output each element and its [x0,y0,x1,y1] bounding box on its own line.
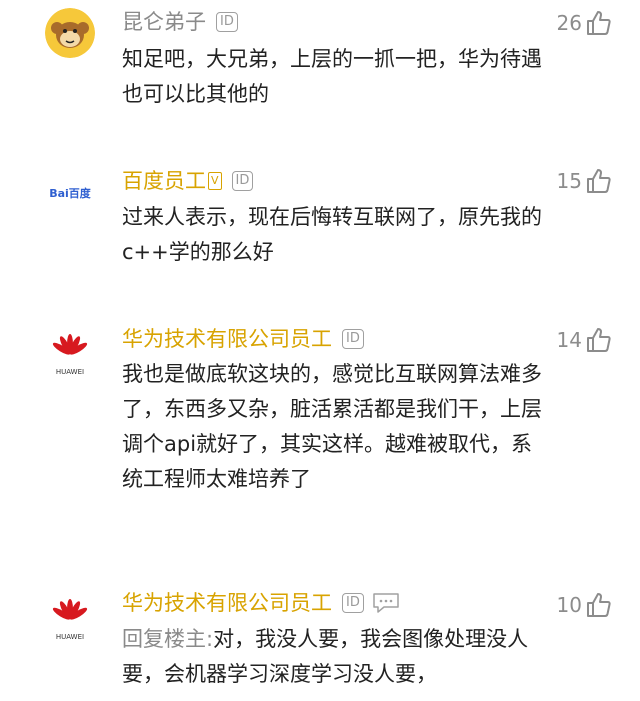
huawei-petals-icon: HUAWEI [52,599,88,641]
author-name[interactable]: 华为技术有限公司员工 [122,326,332,352]
like-count: 14 [556,328,582,352]
thumbs-up-icon [587,169,611,193]
like-count: 15 [556,169,582,193]
huawei-logo-icon[interactable]: HUAWEI [45,595,95,645]
monkey-avatar-icon[interactable] [45,8,95,58]
id-badge: ID [216,12,238,32]
huawei-petals-icon: HUAWEI [52,334,88,376]
author-name[interactable]: 昆仑弟子 [122,9,206,35]
like-count: 10 [556,593,582,617]
conversation-icon[interactable] [372,592,400,614]
comment-text: 我也是做底软这块的，感觉比互联网算法难多了，东西多又杂，脏活累活都是我们干，上层… [122,362,542,491]
like-button[interactable]: 10 [557,592,612,618]
author-row: 百度员工 V ID [122,167,254,195]
thumbs-up-icon [587,11,611,35]
comment-text: 回复楼主:对，我没人要，我会图像处理没人要，会机器学习深度学习没人要， [122,622,542,692]
huawei-logo-icon[interactable]: HUAWEI [45,330,95,380]
author-name[interactable]: 华为技术有限公司员工 [122,590,332,616]
like-button[interactable]: 14 [557,327,612,353]
comment-text: 过来人表示，现在后悔转互联网了，原先我的c++学的那么好 [122,205,542,264]
author-name[interactable]: 百度员工 [122,168,206,194]
thumbs-up-icon [587,593,611,617]
reply-prefix: 回复楼主: [122,627,214,651]
avatar-text: HUAWEI [56,368,84,376]
author-row: 华为技术有限公司员工 ID [122,589,400,617]
comment-text: 知足吧，大兄弟，上层的一抓一把，华为待遇也可以比其他的 [122,47,542,106]
avatar-text: HUAWEI [56,633,84,641]
id-badge: ID [342,593,364,613]
author-row: 昆仑弟子 ID [122,8,238,36]
author-row: 华为技术有限公司员工 ID [122,325,364,353]
staff-verified-badge: V [208,172,222,190]
like-count: 26 [556,11,582,35]
avatar-text: Bai百度 [49,187,91,200]
baidu-logo-icon[interactable]: Bai百度 [45,168,95,218]
id-badge: ID [342,329,364,349]
id-badge: ID [231,171,254,191]
thumbs-up-icon [587,328,611,352]
like-button[interactable]: 15 [557,168,612,194]
like-button[interactable]: 26 [557,10,612,36]
